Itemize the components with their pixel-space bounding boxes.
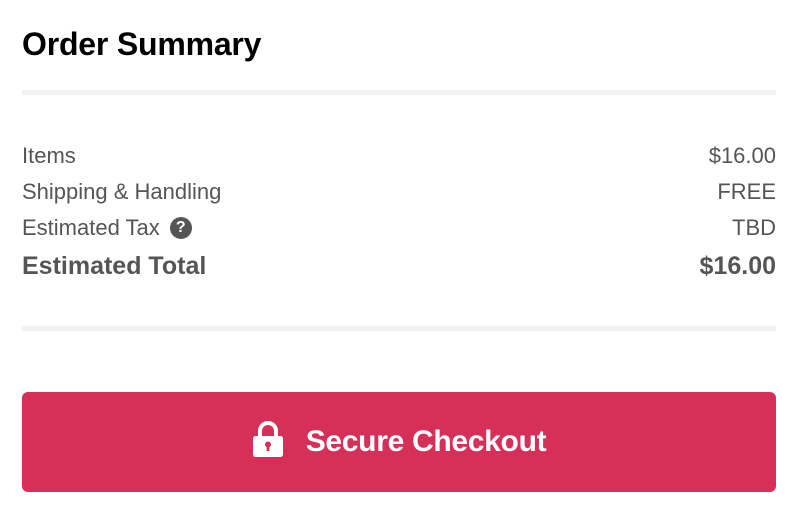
order-summary-title: Order Summary	[22, 26, 262, 62]
summary-lines: Items $16.00 Shipping & Handling FREE Es…	[22, 138, 776, 286]
line-shipping-value: FREE	[717, 179, 776, 204]
line-total: Estimated Total $16.00	[22, 246, 776, 286]
line-total-label: Estimated Total	[22, 251, 207, 280]
line-tax-label-group: Estimated Tax ?	[22, 215, 192, 241]
line-tax-value: TBD	[732, 215, 776, 240]
question-circle-icon[interactable]: ?	[169, 217, 192, 239]
line-items: Items $16.00	[22, 138, 776, 174]
order-summary-panel: Order Summary Items $16.00 Shipping & Ha…	[0, 0, 800, 512]
lock-icon	[252, 421, 283, 457]
line-items-value: $16.00	[708, 143, 776, 168]
line-shipping: Shipping & Handling FREE	[22, 174, 776, 210]
line-tax-label: Estimated Tax	[22, 215, 160, 240]
line-total-value: $16.00	[699, 251, 776, 280]
secure-checkout-label: Secure Checkout	[305, 425, 547, 458]
line-items-label: Items	[22, 143, 76, 168]
line-tax: Estimated Tax ? TBD	[22, 210, 776, 246]
secure-checkout-button[interactable]: Secure Checkout	[22, 392, 776, 492]
summary-divider-bottom	[22, 326, 776, 331]
line-shipping-label: Shipping & Handling	[22, 179, 222, 204]
summary-divider-top	[22, 90, 776, 95]
